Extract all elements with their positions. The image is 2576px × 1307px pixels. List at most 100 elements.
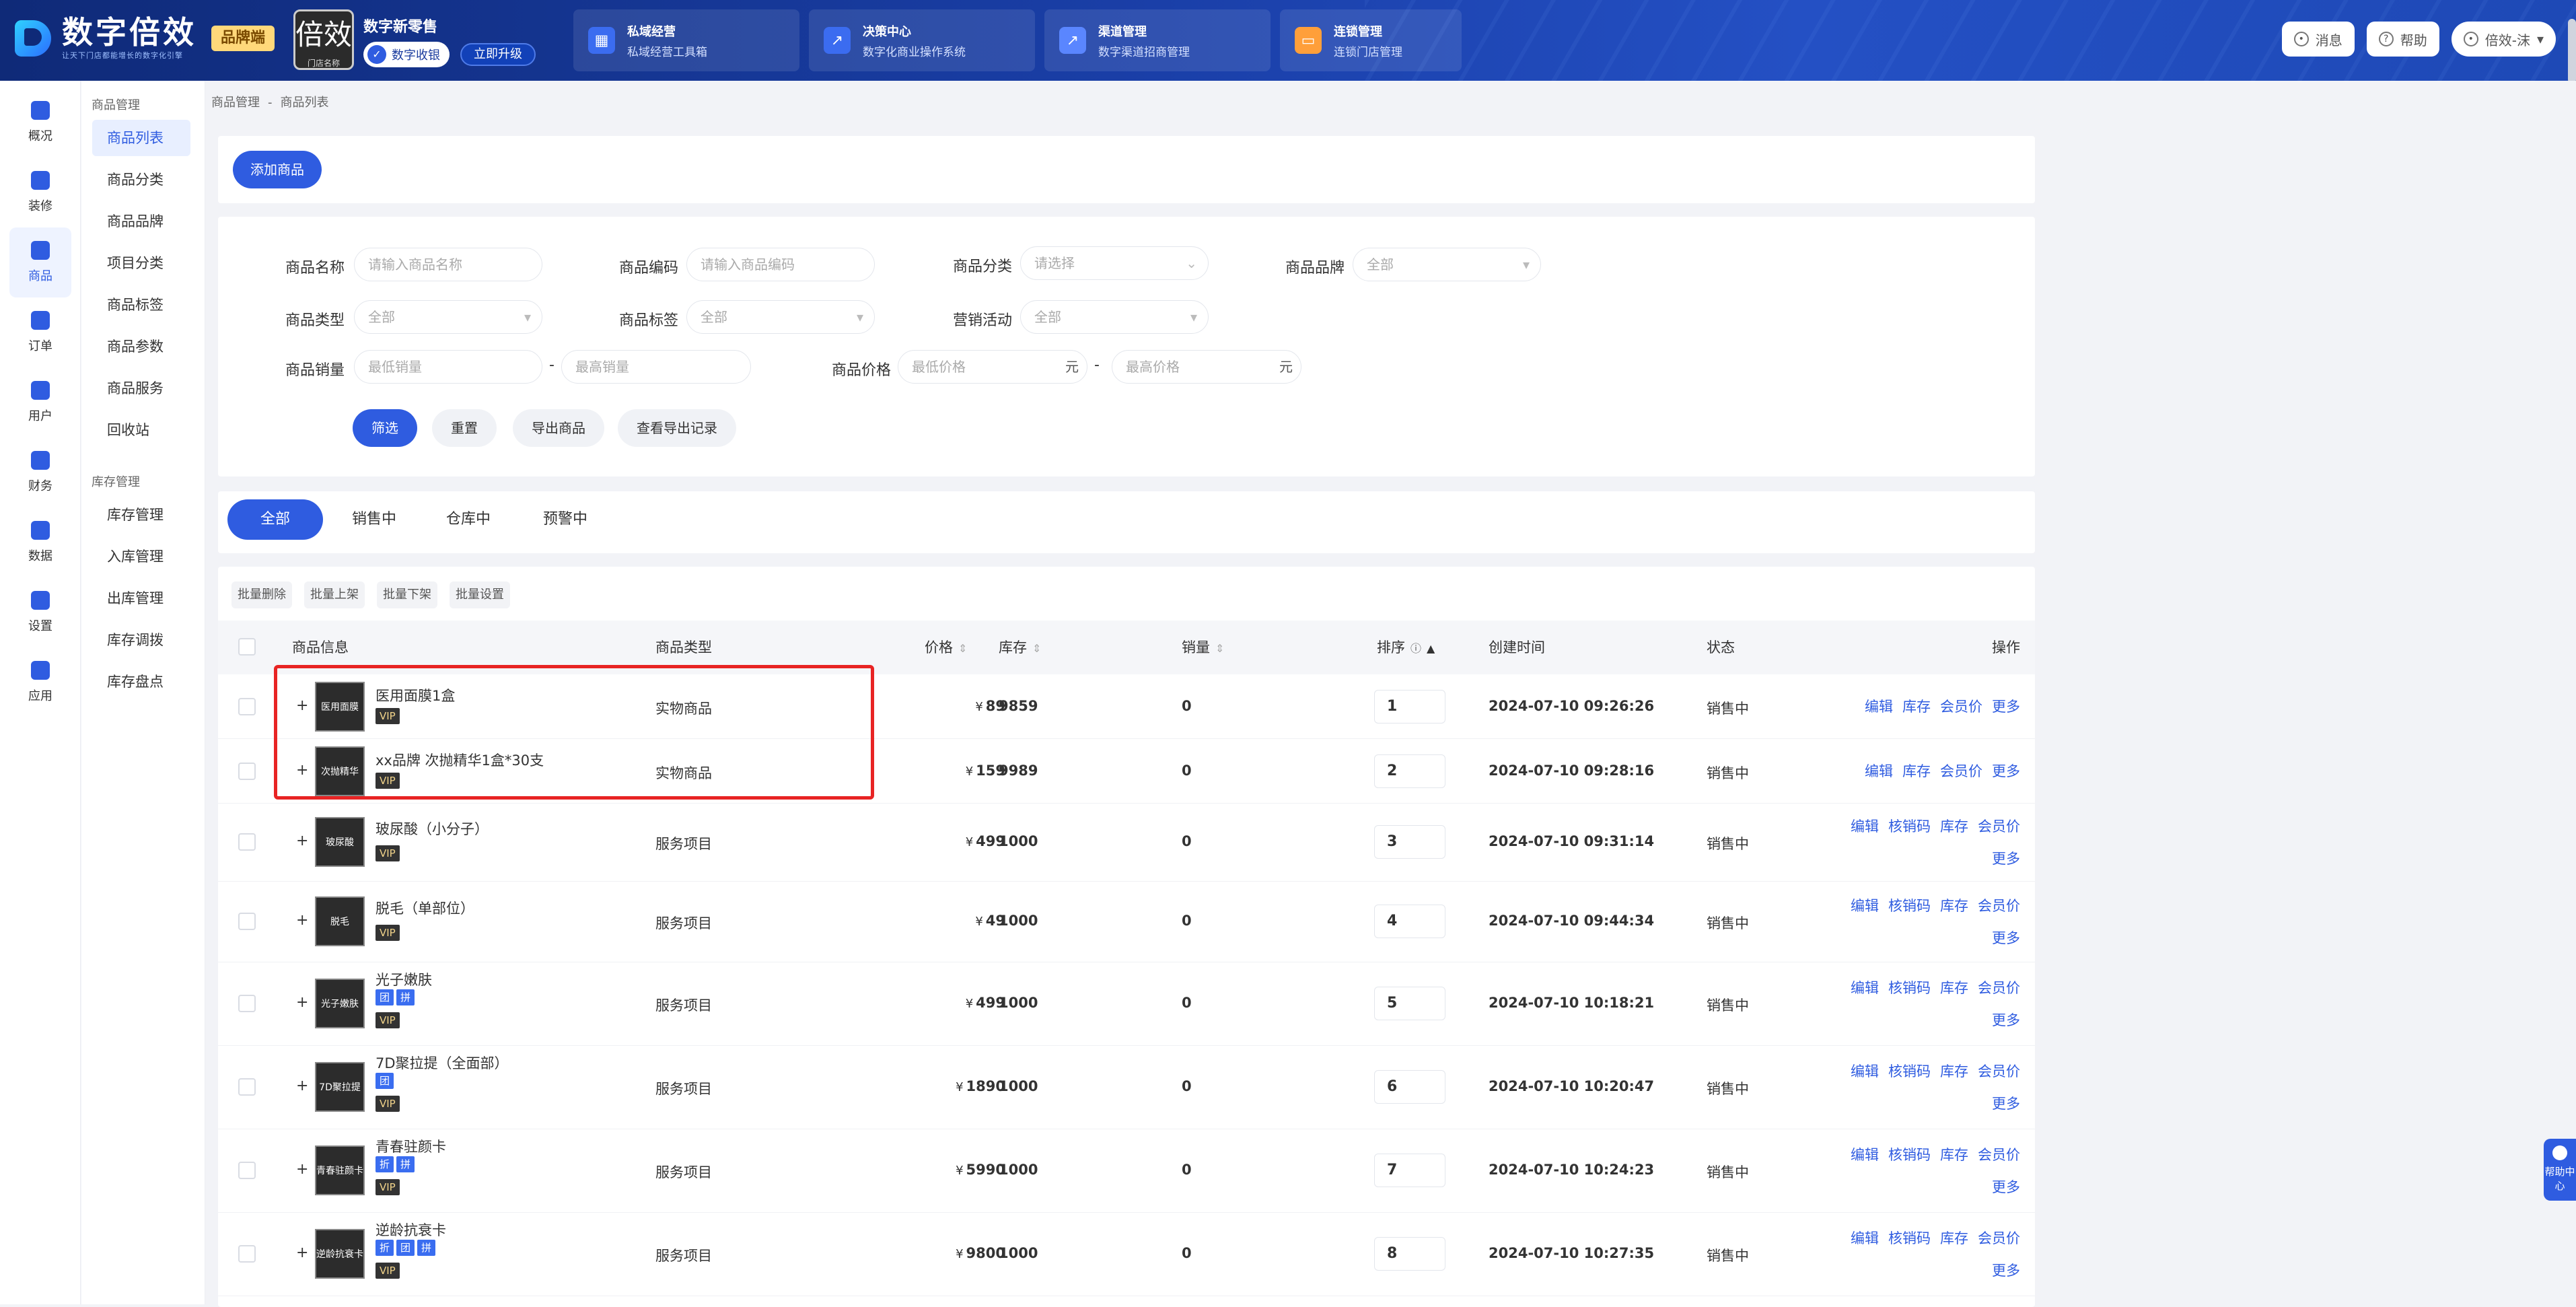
product-thumbnail[interactable]: 7D聚拉提 — [315, 1062, 365, 1112]
expand-plus-icon[interactable]: + — [296, 1244, 308, 1261]
subnav-item-goods-list[interactable]: 商品列表 — [92, 120, 190, 156]
rail-item-finance[interactable]: 财务 — [0, 437, 81, 507]
rail-item-user[interactable]: 用户 — [0, 367, 81, 437]
subnav-item-inventory[interactable]: 库存管理 — [92, 497, 190, 533]
nav-card-private-domain[interactable]: ▦ 私域经营 私域经营工具箱 — [573, 9, 799, 71]
edit-link[interactable]: 编辑 — [1851, 1063, 1879, 1080]
nav-card-channel[interactable]: ↗ 渠道管理 数字渠道招商管理 — [1044, 9, 1271, 71]
row-checkbox[interactable] — [238, 1078, 256, 1096]
column-stock[interactable]: 库存 ⇕ — [999, 621, 1041, 674]
breadcrumb-parent[interactable]: 商品管理 — [211, 96, 260, 110]
product-thumbnail[interactable]: 光子嫩肤 — [315, 979, 365, 1028]
verify-code-link[interactable]: 核销码 — [1888, 980, 1931, 996]
product-name[interactable]: 光子嫩肤 — [375, 969, 432, 989]
stock-link[interactable]: 库存 — [1940, 1147, 1968, 1163]
subnav-item-stocktake[interactable]: 库存盘点 — [92, 664, 190, 700]
expand-plus-icon[interactable]: + — [296, 697, 308, 714]
expand-plus-icon[interactable]: + — [296, 994, 308, 1011]
row-checkbox[interactable] — [238, 1162, 256, 1179]
filter-button[interactable]: 筛选 — [353, 409, 417, 447]
edit-link[interactable]: 编辑 — [1851, 1230, 1879, 1246]
product-thumbnail[interactable]: 青春驻颜卡 — [315, 1145, 365, 1195]
price-max-input[interactable]: 最高价格 元 — [1112, 350, 1301, 384]
product-thumbnail[interactable]: 医用面膜 — [315, 682, 365, 732]
messages-button[interactable]: • 消息 — [2281, 22, 2355, 57]
app-logo[interactable]: 数字倍效 让天下门店都能增长的数字化引擎 — [15, 15, 196, 61]
product-name-input[interactable]: 请输入商品名称 — [354, 248, 542, 281]
expand-plus-icon[interactable]: + — [296, 833, 308, 849]
sales-min-input[interactable]: 最低销量 — [354, 350, 542, 384]
member-price-link[interactable]: 会员价 — [1978, 898, 2020, 914]
header-scrollbar[interactable] — [2568, 19, 2576, 81]
sales-max-input[interactable]: 最高销量 — [561, 350, 751, 384]
product-thumbnail[interactable]: 脱毛 — [315, 896, 365, 946]
sort-input[interactable]: 8 — [1374, 1237, 1445, 1271]
verify-code-link[interactable]: 核销码 — [1888, 898, 1931, 914]
subnav-item-goods-params[interactable]: 商品参数 — [92, 328, 190, 365]
member-price-link[interactable]: 会员价 — [1978, 1063, 2020, 1080]
row-checkbox[interactable] — [238, 763, 256, 780]
tab-on-sale[interactable]: 销售中 — [334, 499, 415, 540]
marketing-select[interactable]: 全部 ▾ — [1020, 300, 1209, 334]
expand-plus-icon[interactable]: + — [296, 762, 308, 779]
sort-input[interactable]: 7 — [1374, 1154, 1445, 1187]
user-menu[interactable]: • 倍效-沫 ▾ — [2451, 22, 2556, 57]
subnav-item-goods-service[interactable]: 商品服务 — [92, 370, 190, 407]
stock-link[interactable]: 库存 — [1940, 1063, 1968, 1080]
sort-input[interactable]: 4 — [1374, 905, 1445, 938]
brand-select[interactable]: 全部 ▾ — [1353, 248, 1541, 281]
expand-plus-icon[interactable]: + — [296, 1078, 308, 1094]
rail-item-settings[interactable]: 设置 — [0, 577, 81, 647]
product-name[interactable]: 青春驻颜卡 — [375, 1136, 446, 1156]
help-button[interactable]: ? 帮助 — [2366, 22, 2439, 57]
shop-avatar[interactable]: 倍效 门店名称 — [293, 9, 354, 70]
more-link[interactable]: 更多 — [1992, 763, 2020, 779]
export-log-button[interactable]: 查看导出记录 — [618, 409, 736, 447]
member-price-link[interactable]: 会员价 — [1940, 763, 1982, 779]
subnav-item-project-category[interactable]: 项目分类 — [92, 245, 190, 281]
upgrade-button[interactable]: 立即升级 — [460, 43, 536, 66]
column-sort[interactable]: 排序 ⓘ ▲ — [1377, 621, 1435, 674]
row-checkbox[interactable] — [238, 913, 256, 930]
stock-link[interactable]: 库存 — [1940, 898, 1968, 914]
edit-link[interactable]: 编辑 — [1851, 898, 1879, 914]
product-thumbnail[interactable]: 次抛精华 — [315, 746, 365, 796]
tag-select[interactable]: 全部 ▾ — [686, 300, 875, 334]
add-product-button[interactable]: 添加商品 — [233, 151, 322, 188]
more-link[interactable]: 更多 — [1992, 1096, 2020, 1112]
member-price-link[interactable]: 会员价 — [1978, 980, 2020, 996]
subnav-item-transfer[interactable]: 库存调拨 — [92, 622, 190, 658]
stock-link[interactable]: 库存 — [1902, 699, 1931, 715]
bulk-settings-button[interactable]: 批量设置 — [450, 581, 510, 608]
subnav-item-stock-in[interactable]: 入库管理 — [92, 538, 190, 575]
column-sales[interactable]: 销量 ⇕ — [1182, 621, 1224, 674]
product-thumbnail[interactable]: 玻尿酸 — [315, 817, 365, 867]
subnav-item-stock-out[interactable]: 出库管理 — [92, 580, 190, 616]
subnav-item-goods-category[interactable]: 商品分类 — [92, 162, 190, 198]
sort-input[interactable]: 3 — [1374, 825, 1445, 859]
product-name[interactable]: 逆龄抗衰卡 — [375, 1220, 446, 1240]
more-link[interactable]: 更多 — [1992, 1263, 2020, 1279]
help-center-button[interactable]: 帮助中心 — [2544, 1139, 2576, 1201]
member-price-link[interactable]: 会员价 — [1978, 1147, 2020, 1163]
subnav-item-recycle-bin[interactable]: 回收站 — [92, 412, 190, 448]
row-checkbox[interactable] — [238, 833, 256, 851]
stock-link[interactable]: 库存 — [1902, 763, 1931, 779]
price-min-input[interactable]: 最低价格 元 — [898, 350, 1087, 384]
bulk-delete-button[interactable]: 批量删除 — [231, 581, 292, 608]
product-code-input[interactable]: 请输入商品编码 — [686, 248, 875, 281]
product-thumbnail[interactable]: 逆龄抗衰卡 — [315, 1229, 365, 1279]
expand-plus-icon[interactable]: + — [296, 912, 308, 929]
export-button[interactable]: 导出商品 — [513, 409, 604, 447]
edit-link[interactable]: 编辑 — [1865, 763, 1893, 779]
edit-link[interactable]: 编辑 — [1865, 699, 1893, 715]
sort-input[interactable]: 5 — [1374, 987, 1445, 1020]
product-name[interactable]: 脱毛（单部位） — [375, 898, 474, 918]
edit-link[interactable]: 编辑 — [1851, 818, 1879, 835]
bulk-offshelf-button[interactable]: 批量下架 — [377, 581, 437, 608]
category-select[interactable]: 请选择 ⌄ — [1020, 246, 1209, 280]
expand-plus-icon[interactable]: + — [296, 1161, 308, 1178]
more-link[interactable]: 更多 — [1992, 699, 2020, 715]
verify-code-link[interactable]: 核销码 — [1888, 1063, 1931, 1080]
stock-link[interactable]: 库存 — [1940, 980, 1968, 996]
